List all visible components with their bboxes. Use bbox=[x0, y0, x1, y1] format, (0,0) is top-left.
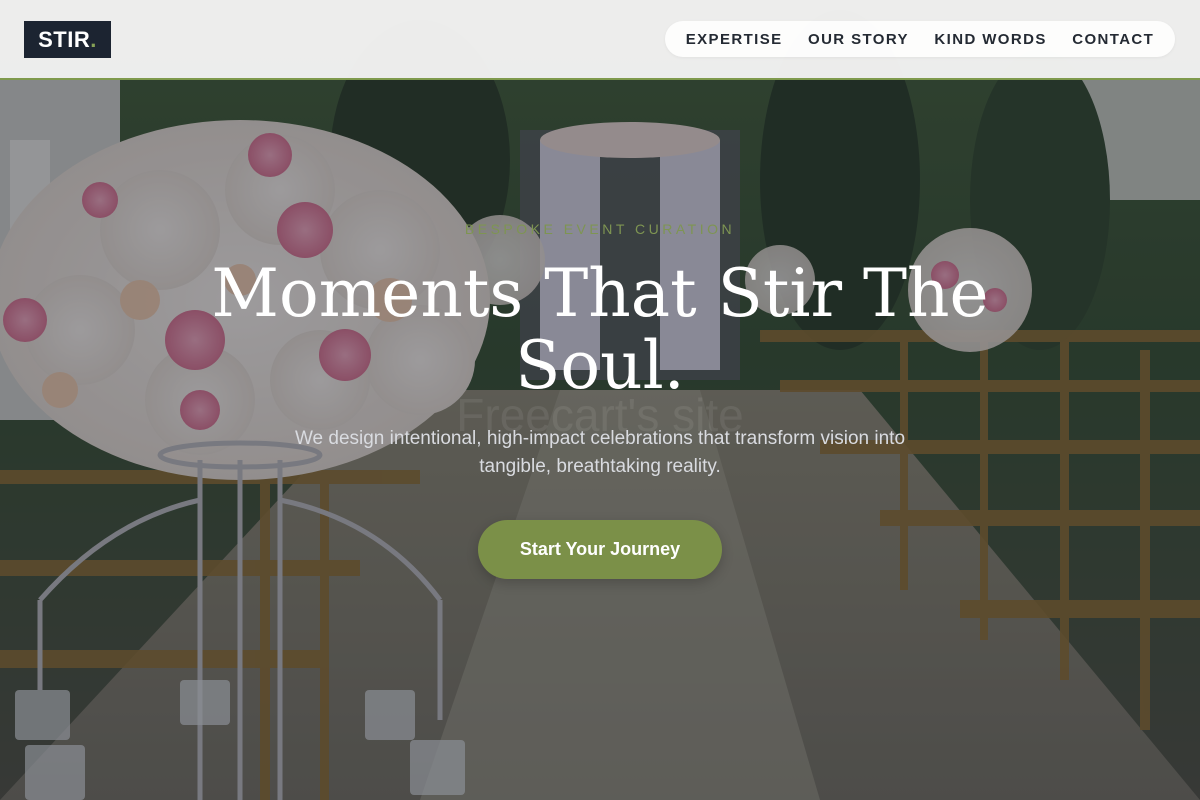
nav-link-kind-words[interactable]: KIND WORDS bbox=[934, 31, 1046, 48]
nav-link-contact[interactable]: CONTACT bbox=[1072, 31, 1154, 48]
start-journey-button[interactable]: Start Your Journey bbox=[478, 520, 722, 579]
nav-link-expertise[interactable]: EXPERTISE bbox=[686, 31, 783, 48]
site-header: STIR. EXPERTISE OUR STORY KIND WORDS CON… bbox=[0, 0, 1200, 80]
hero-eyebrow: BESPOKE EVENT CURATION bbox=[464, 221, 736, 237]
logo[interactable]: STIR. bbox=[24, 21, 111, 58]
hero-headline: Moments That Stir The Soul. bbox=[200, 258, 1000, 402]
hero-headline-line1: Moments That Stir The bbox=[211, 255, 989, 332]
page: STIR. EXPERTISE OUR STORY KIND WORDS CON… bbox=[0, 0, 1200, 800]
logo-text: STIR bbox=[38, 27, 91, 52]
hero-subtext: We design intentional, high-impact celeb… bbox=[294, 428, 906, 477]
logo-dot: . bbox=[90, 27, 97, 52]
main-nav: EXPERTISE OUR STORY KIND WORDS CONTACT bbox=[665, 21, 1175, 57]
nav-link-our-story[interactable]: OUR STORY bbox=[808, 31, 909, 48]
